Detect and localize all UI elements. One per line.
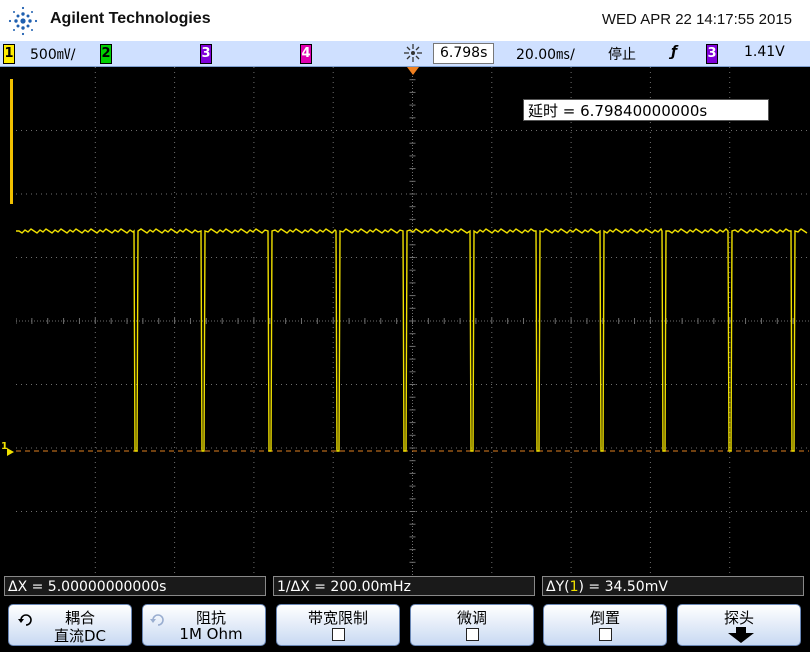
channel-1-trace bbox=[16, 227, 808, 452]
trigger-slope-icon: ƒ bbox=[671, 44, 678, 60]
delta-y-channel: 1 bbox=[569, 579, 579, 595]
coupling-softkey[interactable]: 耦合 直流DC bbox=[8, 604, 132, 646]
timebase-scale: 20.00㎳/ bbox=[516, 47, 575, 63]
ground-arrow-icon bbox=[7, 448, 14, 456]
timebase-delay[interactable]: 6.798s bbox=[433, 43, 495, 64]
waveform-display[interactable] bbox=[16, 67, 809, 575]
delay-readout: 延时 = 6.79840000000s bbox=[523, 99, 769, 121]
invert-checkbox-icon bbox=[598, 628, 612, 641]
horizontal-delay-icon bbox=[404, 44, 422, 62]
brand-name: Agilent Technologies bbox=[50, 10, 211, 27]
fine-adjust-label: 微调 bbox=[456, 609, 487, 627]
trigger-point-icon bbox=[407, 67, 419, 75]
channel-1-badge[interactable]: 1 bbox=[3, 44, 15, 64]
trigger-position-bar bbox=[10, 79, 13, 204]
submenu-arrow-down-icon bbox=[728, 627, 754, 643]
invert-label: 倒置 bbox=[589, 609, 620, 627]
delta-y-readout: ΔY(1) = 34.50mV bbox=[542, 576, 804, 596]
agilent-spark-logo-icon bbox=[8, 6, 38, 36]
channel-4-badge[interactable]: 4 bbox=[300, 44, 312, 64]
invert-softkey[interactable]: 倒置 bbox=[543, 604, 667, 646]
probe-label: 探头 bbox=[723, 609, 754, 627]
impedance-value: 1M Ohm bbox=[179, 625, 243, 643]
status-bar: 1 500㎷/ 2 3 4 6.798s 20.00㎳/ 停止 ƒ 3 1.41… bbox=[0, 41, 810, 67]
channel-1-scale: 500㎷/ bbox=[30, 47, 76, 63]
channel-2-badge[interactable]: 2 bbox=[100, 44, 112, 64]
channel-3-badge[interactable]: 3 bbox=[200, 44, 212, 64]
bandwidth-limit-label: 带宽限制 bbox=[307, 609, 368, 627]
run-state: 停止 bbox=[608, 47, 636, 63]
title-bar: Agilent Technologies WED APR 22 14:17:55… bbox=[0, 0, 810, 41]
inverse-delta-x-readout: 1/ΔX = 200.00mHz bbox=[273, 576, 535, 596]
delta-x-readout: ΔX = 5.00000000000s bbox=[4, 576, 266, 596]
fine-adjust-softkey[interactable]: 微调 bbox=[410, 604, 534, 646]
bandwidth-limit-softkey[interactable]: 带宽限制 bbox=[276, 604, 400, 646]
fine-adjust-checkbox-icon bbox=[465, 628, 479, 641]
trigger-level: 1.41V bbox=[744, 44, 785, 60]
coupling-value: 直流DC bbox=[53, 627, 107, 645]
trigger-source-badge: 3 bbox=[706, 44, 718, 64]
impedance-softkey[interactable]: 阻抗 1M Ohm bbox=[142, 604, 266, 646]
bandwidth-limit-checkbox-icon bbox=[331, 628, 345, 641]
left-marker-strip bbox=[10, 67, 16, 575]
date-time: WED APR 22 14:17:55 2015 bbox=[601, 11, 792, 28]
probe-softkey[interactable]: 探头 bbox=[677, 604, 801, 646]
